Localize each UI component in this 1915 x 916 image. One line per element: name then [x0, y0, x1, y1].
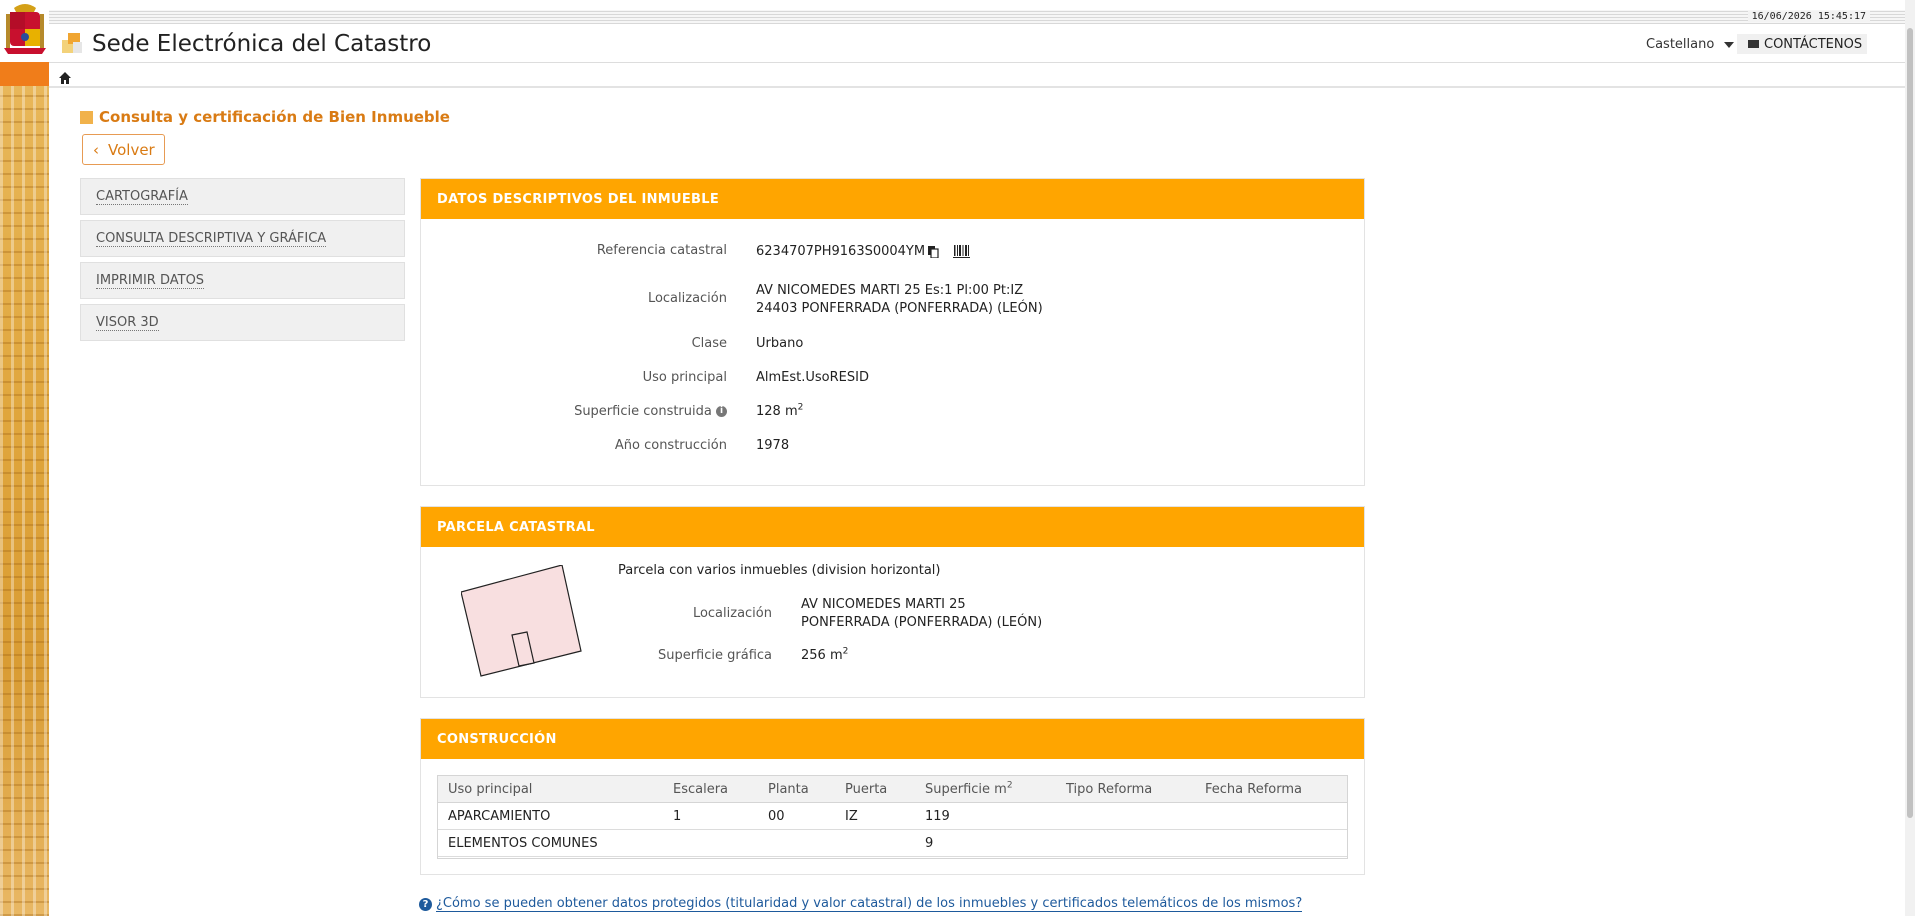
language-label: Castellano — [1646, 37, 1715, 52]
barcode-icon[interactable] — [953, 245, 971, 258]
orange-accent-tab — [0, 62, 49, 86]
left-decorative-strip — [0, 0, 49, 916]
sidebar-item-cartografia[interactable]: CARTOGRAFÍA — [80, 178, 405, 215]
city-background-image — [0, 86, 49, 916]
class-label: Clase — [691, 336, 727, 351]
info-icon[interactable]: i — [716, 406, 727, 417]
sidebar-item-consulta-descriptiva[interactable]: CONSULTA DESCRIPTIVA Y GRÁFICA — [80, 220, 405, 257]
area-unit-superscript: 2 — [842, 646, 849, 657]
envelope-icon — [1748, 40, 1759, 48]
sidebar-item-label: CARTOGRAFÍA — [96, 188, 188, 205]
built-area-value: 128 m2 — [756, 403, 803, 421]
construction-year-value: 1978 — [756, 438, 790, 453]
built-area-label-text: Superficie construida — [574, 404, 712, 419]
construction-table-border — [437, 775, 1348, 859]
location-value: AV NICOMEDES MARTI 25 Es:1 Pl:00 Pt:IZ 2… — [756, 282, 1043, 318]
header-divider — [49, 62, 1915, 63]
main-use-label: Uso principal — [642, 370, 727, 385]
parcel-location-label: Localización — [692, 606, 772, 621]
page-scrollbar[interactable] — [1905, 0, 1915, 916]
contact-label: CONTÁCTENOS — [1764, 36, 1863, 52]
chevron-left-icon: ‹ — [93, 140, 99, 159]
site-title[interactable]: Sede Electrónica del Catastro — [92, 31, 431, 57]
construction-panel: CONSTRUCCIÓN Uso principal Escalera Plan… — [420, 718, 1365, 875]
parcel-description: Parcela con varios inmuebles (division h… — [618, 563, 941, 578]
title-marker-icon — [80, 110, 93, 124]
location-line-1: AV NICOMEDES MARTI 25 Es:1 Pl:00 Pt:IZ — [756, 283, 1024, 298]
back-label: Volver — [108, 140, 155, 159]
sidebar-item-imprimir-datos[interactable]: IMPRIMIR DATOS — [80, 262, 405, 299]
nav-divider — [49, 86, 1915, 88]
area-unit-superscript: 2 — [797, 402, 804, 413]
class-value: Urbano — [756, 336, 804, 351]
built-area-text: 128 m — [756, 404, 798, 419]
graphic-area-label: Superficie gráfica — [657, 648, 772, 663]
descriptive-data-panel: DATOS DESCRIPTIVOS DEL INMUEBLE Referenc… — [420, 178, 1365, 486]
question-icon: ? — [419, 897, 432, 911]
sidebar-item-label: VISOR 3D — [96, 314, 159, 331]
copy-icon[interactable] — [928, 245, 939, 259]
construction-year-label: Año construcción — [614, 438, 727, 453]
graphic-area-text: 256 m — [801, 648, 843, 663]
parcel-location-line-1: AV NICOMEDES MARTI 25 — [801, 597, 966, 612]
sidebar-item-label: CONSULTA DESCRIPTIVA Y GRÁFICA — [96, 230, 327, 247]
built-area-label: Superficie construida i — [421, 404, 727, 419]
parcel-location-value: AV NICOMEDES MARTI 25 PONFERRADA (PONFER… — [801, 596, 1042, 632]
header-decorative-rule — [49, 10, 1915, 24]
parcel-location-line-2: PONFERRADA (PONFERRADA) (LEÓN) — [801, 615, 1043, 630]
location-label: Localización — [647, 291, 727, 306]
cadastral-ref-label: Referencia catastral — [596, 243, 727, 258]
catastro-logo-icon — [62, 33, 84, 55]
help-link-text: ¿Cómo se pueden obtener datos protegidos… — [436, 896, 1303, 912]
home-icon[interactable] — [59, 69, 71, 84]
language-select[interactable]: Castellano — [1646, 37, 1735, 52]
header-datetime: 16/06/2026 15:45:17 — [1747, 11, 1870, 22]
cadastral-ref-value: 6234707PH9163S0004YM — [756, 243, 971, 261]
cadastral-ref-text: 6234707PH9163S0004YM — [756, 244, 926, 259]
chevron-down-icon — [1724, 41, 1735, 48]
back-button[interactable]: ‹ Volver — [82, 134, 165, 165]
main-use-value: AlmEst.UsoRESID — [756, 370, 869, 385]
page-title-text: Consulta y certificación de Bien Inmuebl… — [99, 108, 450, 126]
location-line-2: 24403 PONFERRADA (PONFERRADA) (LEÓN) — [756, 301, 1043, 316]
coat-of-arms-logo — [0, 0, 49, 62]
graphic-area-value: 256 m2 — [801, 647, 848, 665]
panel-heading: DATOS DESCRIPTIVOS DEL INMUEBLE — [421, 179, 1364, 219]
cadastral-parcel-panel: PARCELA CATASTRAL Parcela con varios inm… — [420, 506, 1365, 698]
panel-heading: CONSTRUCCIÓN — [421, 719, 1364, 759]
sidebar-item-visor-3d[interactable]: VISOR 3D — [80, 304, 405, 341]
sidebar-item-label: IMPRIMIR DATOS — [96, 272, 205, 289]
scrollbar-thumb[interactable] — [1907, 28, 1913, 818]
page-title: Consulta y certificación de Bien Inmuebl… — [80, 108, 450, 126]
contact-button[interactable]: CONTÁCTENOS — [1737, 34, 1867, 54]
panel-heading: PARCELA CATASTRAL — [421, 507, 1364, 547]
protected-data-help-link[interactable]: ? ¿Cómo se pueden obtener datos protegid… — [419, 896, 1303, 912]
